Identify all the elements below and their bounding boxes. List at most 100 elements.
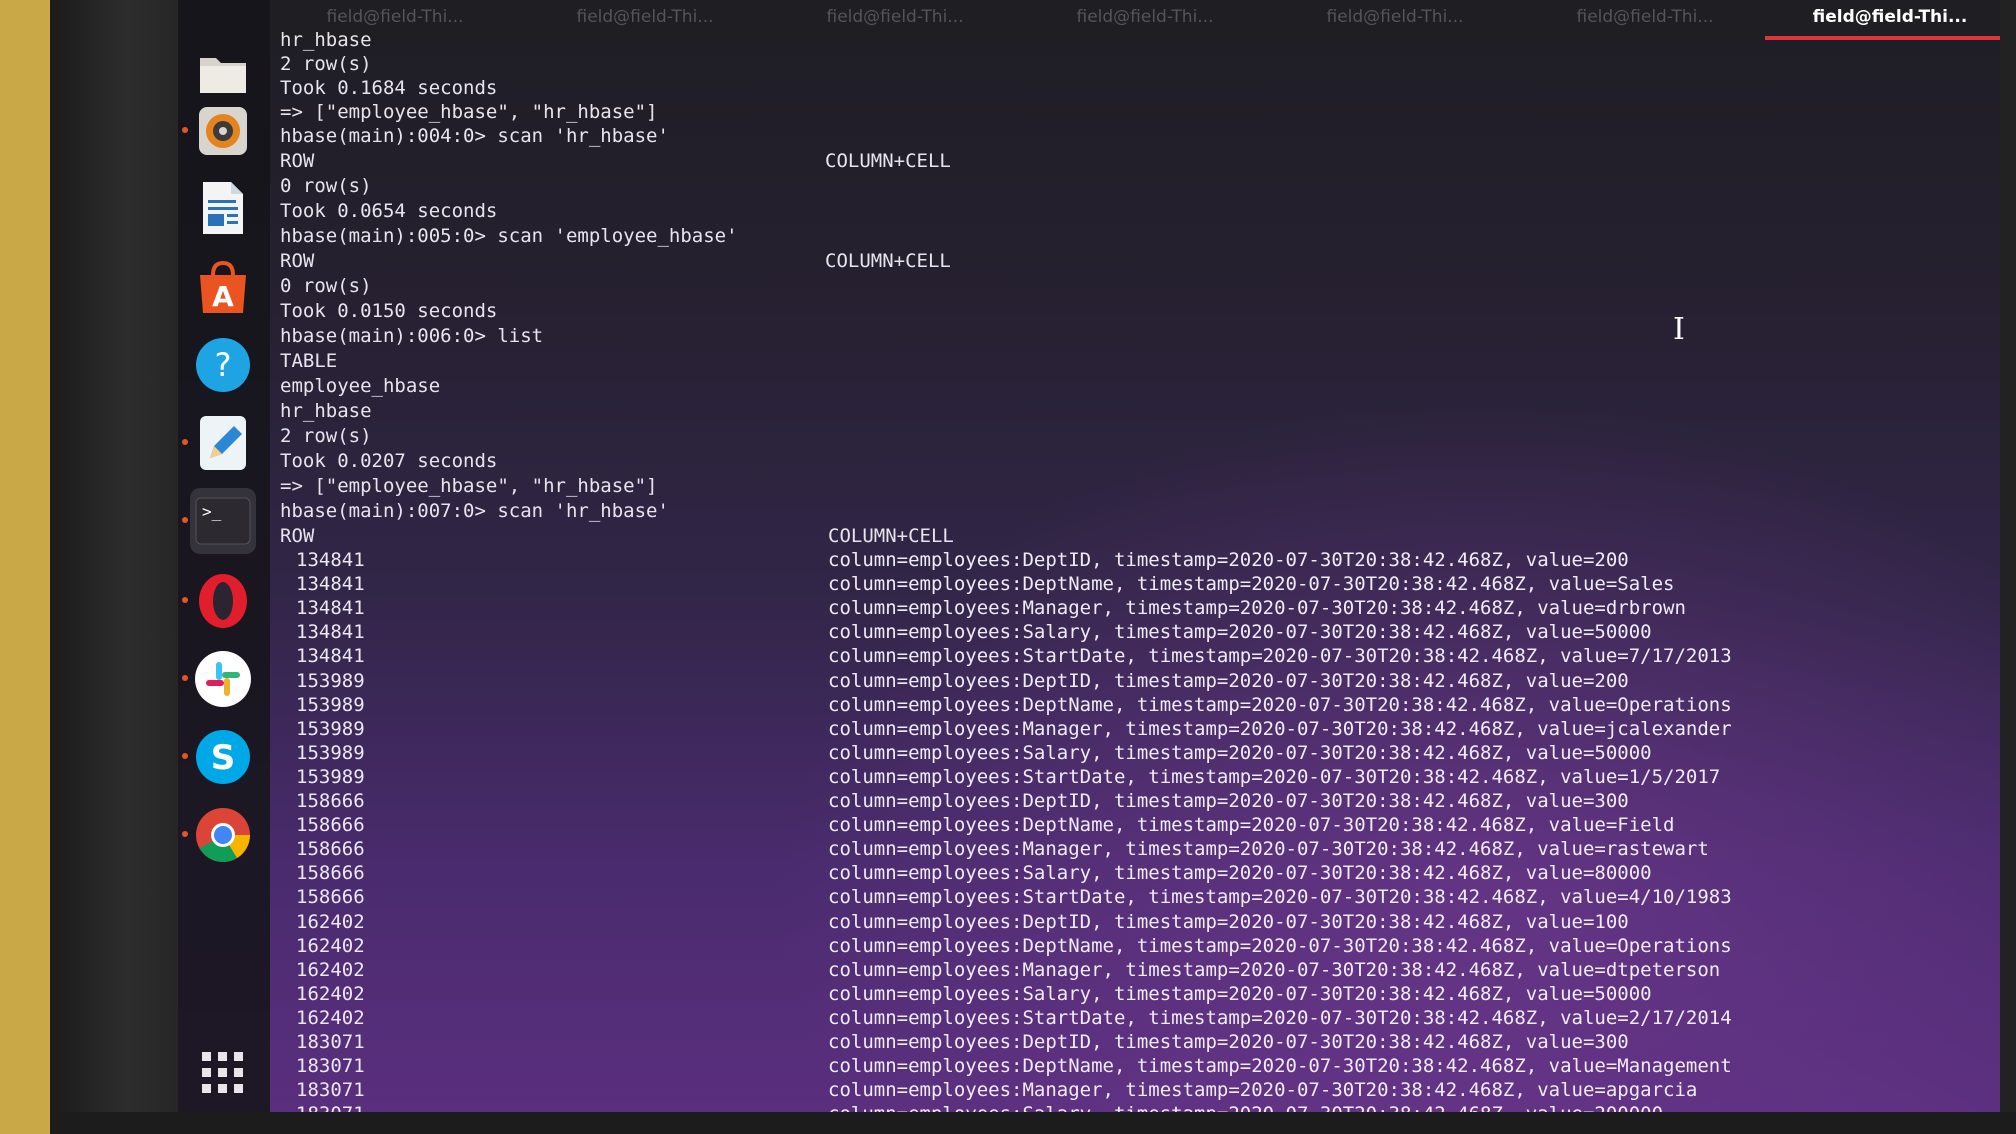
running-indicator — [182, 127, 188, 133]
scan-row-cell: column=employees:Salary, timestamp=2020-… — [828, 1102, 1663, 1112]
scan-row-cell: column=employees:Manager, timestamp=2020… — [828, 838, 1709, 860]
dock-item-files[interactable] — [190, 40, 256, 106]
terminal-line: 0 row(s) — [280, 275, 372, 297]
terminal-line: ROW — [280, 250, 315, 272]
text-editor-icon — [200, 416, 246, 470]
scan-row-key: 162402 — [296, 935, 365, 957]
rhythmbox-icon — [199, 107, 247, 155]
column-cell-header: COLUMN+CELL — [825, 150, 951, 172]
help-icon: ? — [196, 338, 250, 392]
scan-row-key: 134841 — [296, 621, 365, 643]
scan-row-key: 183071 — [296, 1055, 365, 1077]
scan-row-key: 158666 — [296, 886, 365, 908]
scan-row-key: 162402 — [296, 983, 365, 1005]
tab-4[interactable]: field@field-Thi... — [1020, 0, 1270, 40]
scan-row-cell: column=employees:DeptID, timestamp=2020-… — [828, 790, 1629, 812]
scan-row-cell: column=employees:DeptID, timestamp=2020-… — [828, 1031, 1629, 1053]
scan-row-key: 183071 — [296, 1102, 365, 1112]
terminal-line: 0 row(s) — [280, 175, 372, 197]
terminal-line: => ["employee_hbase", "hr_hbase"] — [280, 101, 658, 123]
scan-row-cell: column=employees:StartDate, timestamp=20… — [828, 1007, 1732, 1029]
scan-row-key: 158666 — [296, 838, 365, 860]
terminal-line: employee_hbase — [280, 375, 441, 397]
scan-row-key: 134841 — [296, 549, 365, 571]
show-applications-icon — [202, 1052, 243, 1093]
scan-row-key: 158666 — [296, 790, 365, 812]
tab-6[interactable]: field@field-Thi... — [1520, 0, 1770, 40]
terminal-line: Took 0.0654 seconds — [280, 200, 498, 222]
tab-7-active[interactable]: field@field-Thi... — [1765, 0, 2000, 40]
scan-row-key: 158666 — [296, 862, 365, 884]
dock-item-text-editor[interactable] — [182, 410, 256, 476]
scan-row-cell: column=employees:Manager, timestamp=2020… — [828, 718, 1732, 740]
tab-2[interactable]: field@field-Thi... — [520, 0, 770, 40]
text-cursor-icon: I — [1673, 312, 1685, 347]
column-cell-header: COLUMN+CELL — [828, 525, 954, 547]
dock-item-skype[interactable]: S — [182, 724, 256, 790]
scan-row-cell: column=employees:StartDate, timestamp=20… — [828, 645, 1732, 667]
terminal-line: hr_hbase — [280, 400, 372, 422]
terminal-line: ROW — [280, 150, 315, 172]
scan-row-cell: column=employees:Manager, timestamp=2020… — [828, 1079, 1698, 1101]
svg-text:S: S — [211, 738, 236, 778]
scan-row-key: 158666 — [296, 814, 365, 836]
scan-row-cell: column=employees:DeptName, timestamp=202… — [828, 935, 1732, 957]
terminal-tab-bar: field@field-Thi... field@field-Thi... fi… — [270, 0, 2000, 40]
skype-icon: S — [196, 730, 250, 784]
slack-icon — [195, 651, 251, 707]
dock-item-chrome[interactable] — [182, 802, 256, 868]
tab-5[interactable]: field@field-Thi... — [1270, 0, 1520, 40]
libreoffice-writer-icon — [203, 182, 243, 234]
scan-row-key: 134841 — [296, 597, 365, 619]
scan-row-cell: column=employees:StartDate, timestamp=20… — [828, 766, 1721, 788]
dock-item-help[interactable]: ? — [190, 332, 256, 398]
dock: A ? >_ S — [178, 0, 270, 1112]
command-prompt-line: hbase(main):004:0> scan 'hr_hbase' — [280, 125, 669, 147]
scan-row-key: 183071 — [296, 1079, 365, 1101]
svg-text:A: A — [212, 280, 234, 313]
terminal-line: Took 0.0150 seconds — [280, 300, 498, 322]
show-applications-button[interactable] — [190, 1040, 256, 1106]
scan-row-cell: column=employees:DeptID, timestamp=2020-… — [828, 911, 1629, 933]
svg-text:?: ? — [215, 346, 232, 384]
svg-text:>_: >_ — [202, 502, 222, 521]
terminal-line: hr_hbase — [280, 29, 372, 51]
command-prompt-line: hbase(main):005:0> scan 'employee_hbase' — [280, 225, 738, 247]
scan-row-cell: column=employees:DeptName, timestamp=202… — [828, 573, 1675, 595]
scan-row-cell: column=employees:DeptID, timestamp=2020-… — [828, 670, 1629, 692]
tab-3[interactable]: field@field-Thi... — [770, 0, 1020, 40]
terminal-line: 2 row(s) — [280, 425, 372, 447]
dock-item-slack[interactable] — [182, 646, 256, 712]
terminal-line: Took 0.0207 seconds — [280, 450, 498, 472]
scan-row-key: 153989 — [296, 742, 365, 764]
scan-row-cell: column=employees:DeptName, timestamp=202… — [828, 694, 1732, 716]
scan-row-cell: column=employees:Salary, timestamp=2020-… — [828, 742, 1652, 764]
terminal-line: ROW — [280, 525, 315, 547]
dock-item-rhythmbox[interactable] — [182, 98, 256, 164]
dock-item-opera[interactable] — [182, 568, 256, 634]
scan-row-cell: column=employees:Manager, timestamp=2020… — [828, 597, 1686, 619]
opera-icon — [199, 574, 247, 628]
terminal-line: Took 0.1684 seconds — [280, 77, 498, 99]
scan-row-key: 134841 — [296, 573, 365, 595]
dock-item-software[interactable]: A — [190, 255, 256, 321]
scan-row-key: 153989 — [296, 694, 365, 716]
screen: A ? >_ S field@field-Thi... field@field-… — [178, 0, 2000, 1112]
scan-row-cell: column=employees:DeptName, timestamp=202… — [828, 1055, 1732, 1077]
laptop-bezel-right — [2000, 0, 2016, 1134]
scan-row-key: 162402 — [296, 911, 365, 933]
scan-row-key: 162402 — [296, 1007, 365, 1029]
running-indicator — [182, 439, 188, 445]
running-indicator — [182, 675, 188, 681]
software-center-icon: A — [200, 260, 246, 313]
dock-item-writer[interactable] — [190, 175, 256, 241]
scan-row-key: 153989 — [296, 718, 365, 740]
terminal-line: => ["employee_hbase", "hr_hbase"] — [280, 475, 658, 497]
scan-row-cell: column=employees:Salary, timestamp=2020-… — [828, 983, 1652, 1005]
laptop-bezel-left — [50, 0, 180, 1134]
files-icon — [200, 58, 246, 93]
laptop-bezel-bottom — [50, 1112, 2016, 1134]
running-indicator — [182, 517, 188, 523]
scan-row-key: 183071 — [296, 1031, 365, 1053]
dock-item-terminal[interactable]: >_ — [182, 488, 256, 554]
